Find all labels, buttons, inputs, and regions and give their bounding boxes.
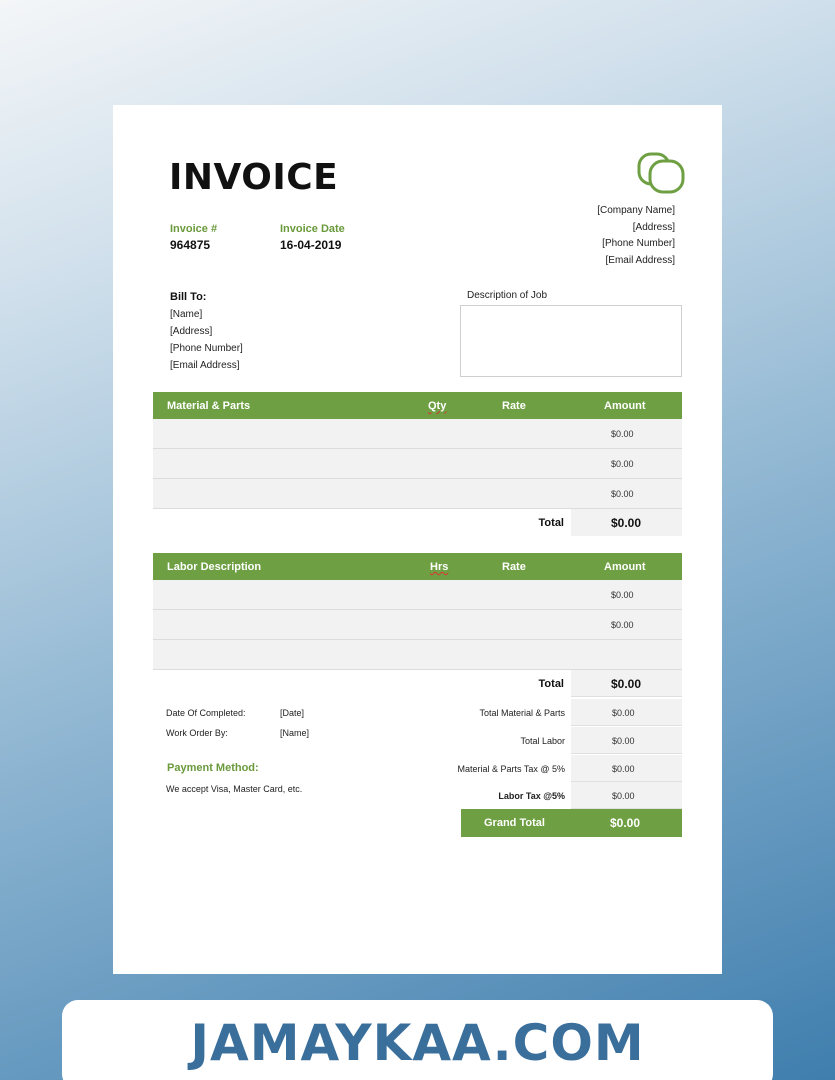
company-name: [Company Name] xyxy=(597,205,675,216)
labor-table-header: Labor Description Hrs Rate Amount xyxy=(153,553,682,580)
date-completed-label: Date Of Completed: xyxy=(166,708,246,718)
payment-method-label: Payment Method: xyxy=(167,762,259,774)
summary-value: $0.00 xyxy=(612,708,635,718)
summary-value: $0.00 xyxy=(612,791,635,801)
header-rate: Rate xyxy=(502,561,526,573)
header-material-parts: Material & Parts xyxy=(167,400,251,412)
summary-row-material-tax: Material & Parts Tax @ 5% $0.00 xyxy=(457,755,682,783)
bill-to-email: [Email Address] xyxy=(170,360,240,371)
invoice-number: 964875 xyxy=(170,238,211,252)
materials-total-label: Total xyxy=(538,517,564,529)
job-description-label: Description of Job xyxy=(467,290,548,301)
materials-table-header: Material & Parts Qty Rate Amount xyxy=(153,392,682,419)
header-rate: Rate xyxy=(502,400,526,412)
table-row[interactable]: $0.00 xyxy=(153,580,682,610)
labor-table: Labor Description Hrs Rate Amount $0.00 … xyxy=(153,553,682,697)
grand-total-row: Grand Total $0.00 xyxy=(461,809,682,837)
bill-to-phone: [Phone Number] xyxy=(170,343,243,354)
summary-label: Total Labor xyxy=(520,736,565,746)
footer-brand: JAMAYKAA.COM xyxy=(190,1014,645,1072)
summary-label: Labor Tax @5% xyxy=(498,791,565,801)
row-amount: $0.00 xyxy=(611,429,634,439)
table-row[interactable] xyxy=(153,640,682,670)
invoice-number-label: Invoice # xyxy=(170,223,218,235)
row-amount: $0.00 xyxy=(611,459,634,469)
header-labor-description: Labor Description xyxy=(167,561,262,573)
summary-value: $0.00 xyxy=(612,736,635,746)
table-row[interactable]: $0.00 xyxy=(153,419,682,449)
work-order-label: Work Order By: xyxy=(166,728,228,738)
summary-row-total-labor: Total Labor $0.00 xyxy=(460,727,682,755)
summary-row-total-material: Total Material & Parts $0.00 xyxy=(460,699,682,727)
job-description-box[interactable] xyxy=(460,305,682,377)
table-row[interactable]: $0.00 xyxy=(153,449,682,479)
company-phone: [Phone Number] xyxy=(602,238,675,249)
header-amount: Amount xyxy=(604,400,646,412)
row-amount: $0.00 xyxy=(611,620,634,630)
summary-label: Material & Parts Tax @ 5% xyxy=(457,764,565,774)
work-order-value: [Name] xyxy=(280,728,310,738)
bill-to-block: Bill To: [Name] [Address] [Phone Number]… xyxy=(170,291,243,374)
summary-value: $0.00 xyxy=(612,764,635,774)
bill-to-address: [Address] xyxy=(170,326,213,337)
footer-banner: JAMAYKAA.COM xyxy=(62,1000,773,1080)
invoice-page: INVOICE Invoice # 964875 Invoice Date 16… xyxy=(113,105,722,974)
labor-total-label: Total xyxy=(538,678,564,690)
company-email: [Email Address] xyxy=(605,254,675,266)
company-info: [Company Name] [Address] [Phone Number] … xyxy=(597,203,675,269)
summary-row-labor-tax: Labor Tax @5% $0.00 xyxy=(460,782,682,810)
company-logo-icon xyxy=(637,152,685,194)
table-row[interactable]: $0.00 xyxy=(153,610,682,640)
invoice-date: 16-04-2019 xyxy=(280,238,342,252)
bill-to-name: [Name] xyxy=(170,309,203,320)
header-qty: Qty xyxy=(428,400,447,412)
materials-table: Material & Parts Qty Rate Amount $0.00 $… xyxy=(153,392,682,536)
company-address: [Address] xyxy=(632,221,675,233)
payment-method-text: We accept Visa, Master Card, etc. xyxy=(166,784,303,794)
grand-total-label: Grand Total xyxy=(484,817,545,829)
header-hrs: Hrs xyxy=(430,561,449,573)
bill-to-label: Bill To: xyxy=(170,291,207,303)
invoice-date-label: Invoice Date xyxy=(280,223,345,235)
summary-label: Total Material & Parts xyxy=(479,708,565,718)
table-row[interactable]: $0.00 xyxy=(153,479,682,509)
materials-total-row: Total $0.00 xyxy=(153,509,682,536)
labor-total-row: Total $0.00 xyxy=(153,670,682,697)
grand-total-value: $0.00 xyxy=(610,816,641,830)
header-amount: Amount xyxy=(604,561,646,573)
invoice-title: INVOICE xyxy=(169,157,339,198)
date-completed-value: [Date] xyxy=(280,708,305,718)
row-amount: $0.00 xyxy=(611,489,634,499)
row-amount: $0.00 xyxy=(611,590,634,600)
materials-total-value: $0.00 xyxy=(611,516,642,530)
labor-total-value: $0.00 xyxy=(611,677,642,691)
